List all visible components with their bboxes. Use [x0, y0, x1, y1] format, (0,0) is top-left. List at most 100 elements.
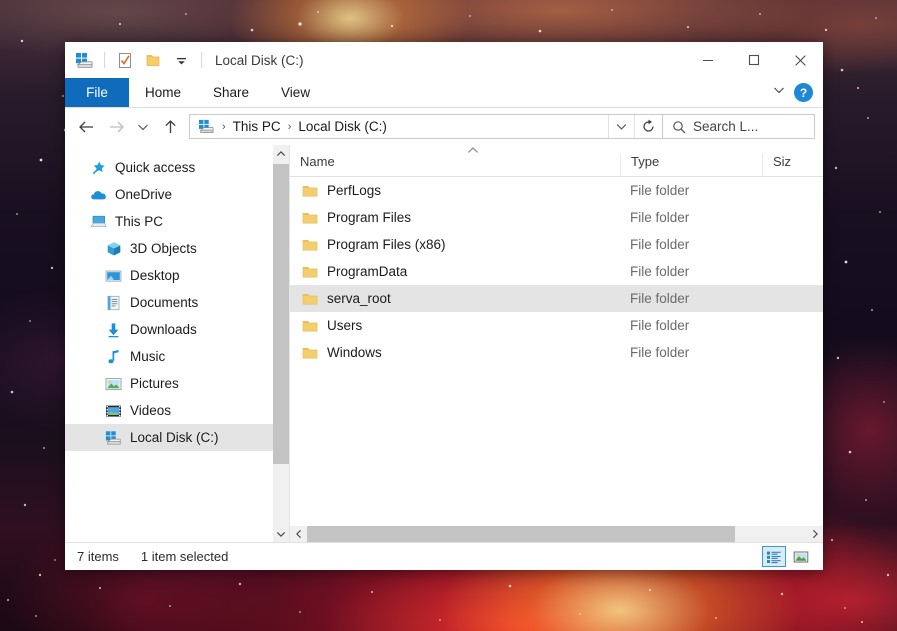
folder-icon	[302, 346, 318, 360]
tab-file[interactable]: File	[65, 78, 129, 107]
local-disk-icon	[105, 429, 122, 446]
this-pc-icon	[90, 213, 107, 230]
column-header-name[interactable]: Name	[290, 154, 620, 176]
search-box[interactable]: Search L...	[663, 114, 815, 139]
folder-icon	[302, 238, 318, 252]
file-type-cell: File folder	[630, 291, 690, 306]
tab-home[interactable]: Home	[129, 78, 197, 107]
folder-icon	[302, 265, 318, 279]
column-header-size[interactable]: Siz	[762, 154, 822, 176]
horizontal-scroll-track[interactable]	[307, 526, 806, 542]
sidebar-item-downloads[interactable]: Downloads	[65, 316, 289, 343]
sidebar-item-this-pc[interactable]: This PC	[65, 208, 289, 235]
sidebar-item-local-disk-c[interactable]: Local Disk (C:)	[65, 424, 289, 451]
sidebar-item-label: Documents	[130, 295, 199, 310]
address-dropdown-button[interactable]	[608, 115, 634, 138]
scroll-down-icon[interactable]	[273, 525, 289, 542]
breadcrumb-separator-2[interactable]: ›	[286, 121, 294, 133]
minimize-button[interactable]	[685, 42, 731, 78]
sidebar-item-onedrive[interactable]: OneDrive	[65, 181, 289, 208]
explorer-drive-icon[interactable]	[71, 48, 97, 72]
sidebar-item-desktop[interactable]: Desktop	[65, 262, 289, 289]
file-list-pane: Name Type Siz PerfLogs File folder Progr…	[289, 145, 823, 542]
table-row[interactable]: Program Files (x86) File folder	[290, 231, 823, 258]
tab-view[interactable]: View	[265, 78, 326, 107]
file-name-cell: Users	[290, 318, 620, 333]
file-rows: PerfLogs File folder Program Files File	[290, 177, 823, 526]
sidebar-item-documents[interactable]: Documents	[65, 289, 289, 316]
file-type-cell: File folder	[630, 210, 690, 225]
scroll-right-icon[interactable]	[806, 526, 823, 542]
address-box[interactable]: › This PC › Local Disk (C:)	[189, 114, 663, 139]
sidebar-scrollbar[interactable]	[273, 145, 289, 542]
sidebar-item-quick-access[interactable]: Quick access	[65, 154, 289, 181]
customize-qat-chevron-icon[interactable]	[168, 48, 194, 72]
sidebar-item-label: Videos	[130, 403, 172, 418]
table-row[interactable]: Users File folder	[290, 312, 823, 339]
details-view-button[interactable]	[762, 546, 786, 567]
search-icon	[672, 120, 686, 134]
window-title: Local Disk (C:)	[215, 52, 304, 68]
table-row[interactable]: Windows File folder	[290, 339, 823, 366]
help-button[interactable]: ?	[794, 83, 813, 102]
ribbon-tabs: File Home Share View ?	[65, 78, 823, 108]
scroll-left-icon[interactable]	[290, 526, 307, 542]
refresh-button[interactable]	[634, 115, 662, 138]
table-row[interactable]: Program Files File folder	[290, 204, 823, 231]
star-pin-icon	[90, 159, 107, 176]
column-header-type[interactable]: Type	[620, 154, 762, 176]
file-name-label: PerfLogs	[327, 183, 382, 198]
sidebar-item-music[interactable]: Music	[65, 343, 289, 370]
sidebar-list: Quick access OneDrive This PC 3D Objects…	[65, 145, 289, 451]
chevron-down-icon[interactable]	[772, 83, 786, 102]
file-name-label: Program Files (x86)	[327, 237, 446, 252]
file-name-cell: PerfLogs	[290, 183, 620, 198]
up-button[interactable]	[155, 113, 185, 141]
breadcrumb-this-pc[interactable]: This PC	[230, 119, 284, 134]
horizontal-scroll-thumb[interactable]	[307, 526, 735, 542]
scroll-up-icon[interactable]	[273, 145, 289, 162]
sidebar-scroll-thumb[interactable]	[273, 164, 289, 464]
file-type-cell: File folder	[630, 264, 690, 279]
sidebar-item-pictures[interactable]: Pictures	[65, 370, 289, 397]
file-name-label: ProgramData	[327, 264, 408, 279]
maximize-button[interactable]	[731, 42, 777, 78]
sidebar-item-label: Quick access	[115, 160, 196, 175]
recent-locations-button[interactable]	[131, 113, 155, 141]
qat-divider	[104, 52, 105, 68]
close-button[interactable]	[777, 42, 823, 78]
item-count-label: 7 items	[77, 549, 119, 564]
properties-icon[interactable]	[112, 48, 138, 72]
title-bar: Local Disk (C:)	[65, 42, 823, 78]
new-folder-icon[interactable]	[140, 48, 166, 72]
status-bar: 7 items 1 item selected	[65, 542, 823, 570]
file-list-horizontal-scrollbar[interactable]	[290, 526, 823, 542]
sidebar-item-label: 3D Objects	[130, 241, 197, 256]
local-disk-icon	[195, 119, 218, 134]
tab-share[interactable]: Share	[197, 78, 265, 107]
search-input[interactable]: Search L...	[693, 119, 758, 134]
table-row[interactable]: PerfLogs File folder	[290, 177, 823, 204]
large-icons-view-button[interactable]	[789, 546, 813, 567]
forward-button[interactable]	[101, 113, 131, 141]
breadcrumb-local-disk[interactable]: Local Disk (C:)	[295, 119, 390, 134]
window-controls	[685, 42, 823, 78]
file-type-cell: File folder	[630, 345, 690, 360]
music-note-icon	[105, 348, 122, 365]
back-button[interactable]	[71, 113, 101, 141]
sidebar-scroll-track[interactable]	[273, 162, 289, 525]
column-headers: Name Type Siz	[290, 145, 823, 177]
sidebar-item-label: Desktop	[130, 268, 180, 283]
sidebar-item-videos[interactable]: Videos	[65, 397, 289, 424]
folder-icon	[302, 292, 318, 306]
file-name-label: Program Files	[327, 210, 412, 225]
sidebar-item-3d-objects[interactable]: 3D Objects	[65, 235, 289, 262]
sidebar-item-label: Local Disk (C:)	[130, 430, 219, 445]
breadcrumb-separator-1[interactable]: ›	[220, 121, 228, 133]
file-explorer-window: Local Disk (C:) File Home Share View ? ›…	[65, 42, 823, 570]
file-name-label: Windows	[327, 345, 382, 360]
table-row[interactable]: ProgramData File folder	[290, 258, 823, 285]
table-row-selected[interactable]: serva_root File folder	[290, 285, 823, 312]
file-type-cell: File folder	[630, 237, 690, 252]
videos-icon	[105, 402, 122, 419]
